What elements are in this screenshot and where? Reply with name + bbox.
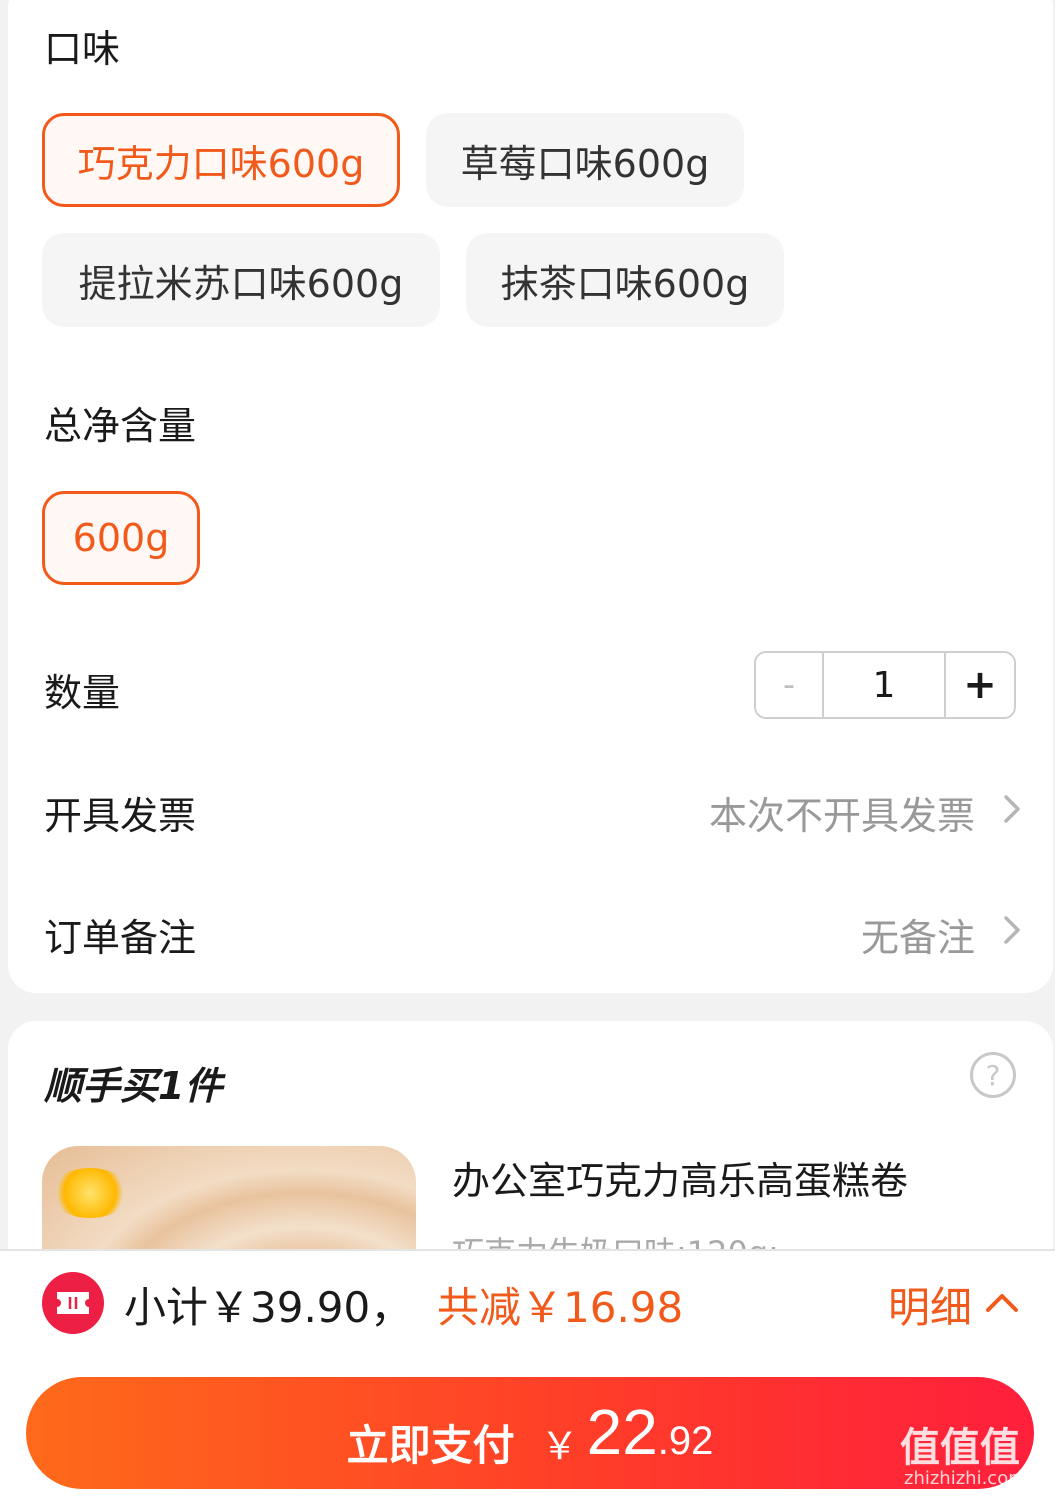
coupon-icon — [42, 1272, 104, 1334]
flavor-option-strawberry[interactable]: 草莓口味600g — [426, 113, 744, 207]
invoice-label: 开具发票 — [44, 794, 197, 838]
watermark-url: zhizhizhi.com — [904, 1468, 1026, 1489]
remark-chevron-right-icon[interactable] — [994, 912, 1030, 948]
brand-logo — [50, 1168, 130, 1218]
quantity-value[interactable]: 1 — [824, 653, 946, 717]
flavor-option-tiramisu[interactable]: 提拉米苏口味600g — [42, 233, 440, 327]
quantity-label: 数量 — [44, 671, 121, 715]
addon-product-name[interactable]: 办公室巧克力高乐高蛋糕卷 — [452, 1150, 908, 1205]
invoice-value[interactable]: 本次不开具发票 — [709, 785, 975, 840]
watermark-logo: 值值值 — [900, 1425, 1020, 1471]
subtotal-text: 小计￥39.90， — [124, 1283, 413, 1332]
pay-now-button[interactable]: 立即支付 ￥ 22 .92 — [26, 1377, 1034, 1489]
invoice-chevron-right-icon[interactable] — [994, 791, 1030, 827]
flavor-section-title: 口味 — [44, 27, 121, 71]
flavor-option-matcha[interactable]: 抹茶口味600g — [466, 233, 784, 327]
remark-label: 订单备注 — [44, 916, 197, 960]
chevron-up-icon[interactable] — [984, 1284, 1020, 1320]
addon-title: 顺手买1件 — [44, 1064, 223, 1108]
net-weight-section-title: 总净含量 — [44, 404, 197, 448]
quantity-stepper: - 1 + — [754, 651, 1016, 719]
pay-amount-integer: 22 — [586, 1396, 658, 1468]
pay-amount-decimal: .92 — [657, 1419, 714, 1463]
quantity-increase-button[interactable]: + — [946, 653, 1014, 717]
help-icon[interactable]: ? — [970, 1052, 1016, 1098]
quantity-decrease-button[interactable]: - — [756, 653, 824, 717]
flavor-option-chocolate[interactable]: 巧克力口味600g — [42, 113, 400, 207]
pay-currency: ￥ — [540, 1423, 579, 1468]
discount-text: 共减￥16.98 — [437, 1283, 684, 1332]
net-weight-option-600g[interactable]: 600g — [42, 491, 200, 585]
detail-link[interactable]: 明细 — [888, 1274, 972, 1335]
pay-now-label: 立即支付 — [346, 1420, 515, 1470]
remark-value[interactable]: 无备注 — [861, 907, 975, 962]
